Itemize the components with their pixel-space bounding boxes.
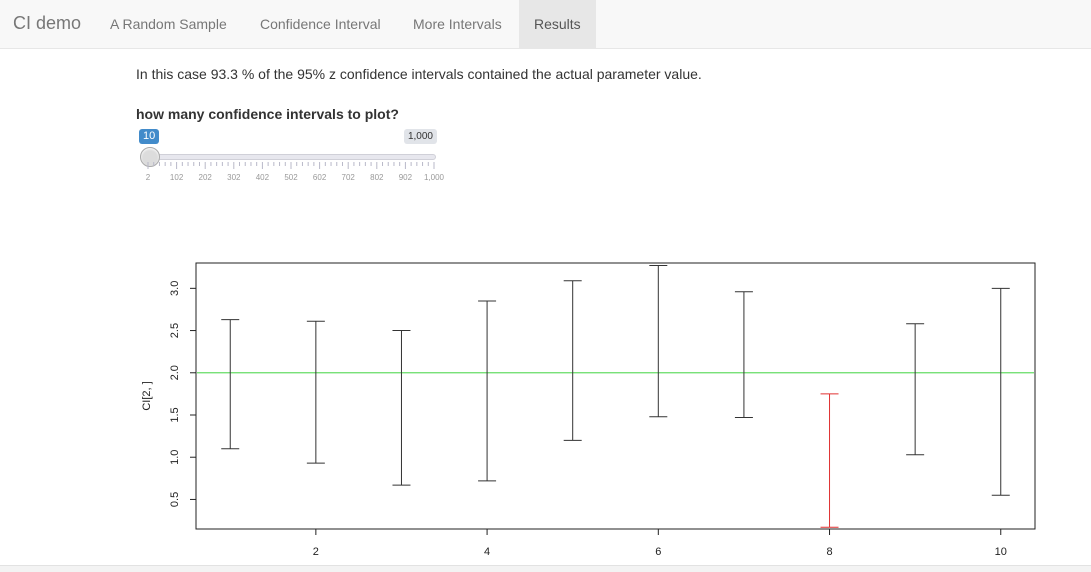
y-axis-tick-label: 1.0 xyxy=(169,450,181,465)
y-axis-tick-label: 0.5 xyxy=(169,492,181,507)
x-axis-tick-label: 2 xyxy=(313,546,319,558)
y-axis-tick-label: 2.0 xyxy=(169,365,181,380)
y-axis-tick-label: 2.5 xyxy=(169,323,181,338)
x-axis-tick-label: 10 xyxy=(995,546,1007,558)
horizontal-scrollbar[interactable] xyxy=(0,565,1091,572)
x-axis-tick-label: 6 xyxy=(655,546,661,558)
x-axis-tick-label: 4 xyxy=(484,546,490,558)
confidence-interval-plot: 2 4 6 8 10 0.5 1.0 1.5 2.0 2.5 3.0 CI[2, ] xyxy=(141,262,1036,558)
plot-frame xyxy=(195,262,1036,530)
y-axis-tick-label: 3.0 xyxy=(169,281,181,296)
y-axis-tick-label: 1.5 xyxy=(169,407,181,422)
y-axis-title: CI[2, ] xyxy=(141,381,153,410)
x-axis-tick-label: 8 xyxy=(826,546,832,558)
